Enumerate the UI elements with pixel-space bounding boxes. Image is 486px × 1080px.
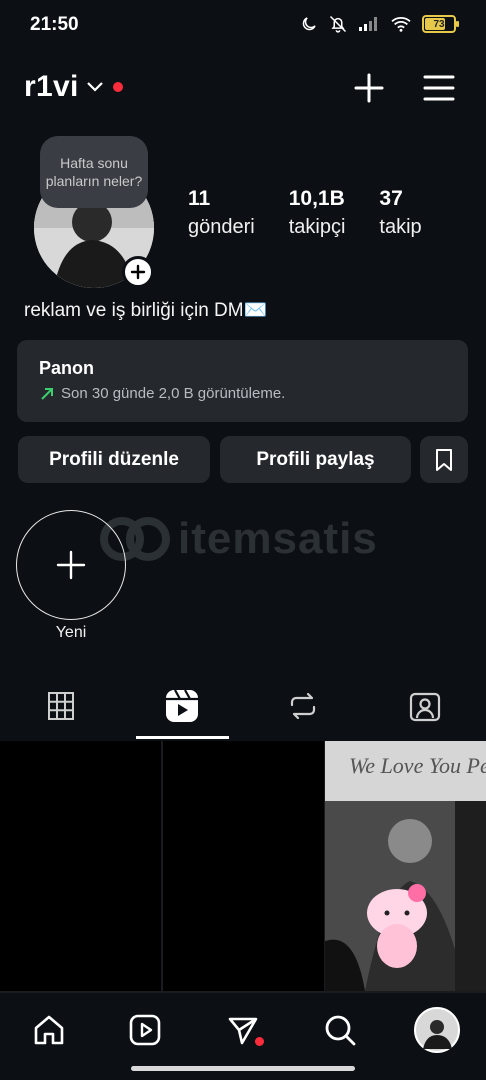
chevron-down-icon[interactable]: [86, 80, 104, 94]
nav-home[interactable]: [24, 1005, 74, 1055]
nav-direct[interactable]: [218, 1005, 268, 1055]
hamburger-icon: [423, 75, 455, 101]
add-story-button[interactable]: [122, 256, 154, 288]
new-highlight-button[interactable]: [16, 510, 126, 620]
wifi-icon: [391, 17, 411, 32]
stat-following[interactable]: 37 takip: [379, 186, 421, 242]
plus-icon: [130, 264, 146, 280]
tab-reels[interactable]: [121, 676, 242, 736]
nav-profile[interactable]: [412, 1005, 462, 1055]
profile-header: r1vi: [0, 60, 486, 120]
active-tab-indicator: [136, 736, 229, 739]
grid-item[interactable]: We Love You Pet: [325, 741, 486, 991]
new-highlight-label: Yeni: [55, 624, 87, 641]
reels-icon: [165, 689, 198, 722]
profile-stats: 11 gönderi 10,1B takipçi 37 takip: [188, 186, 456, 242]
repost-icon: [290, 692, 315, 720]
home-icon: [34, 1015, 64, 1045]
plus-icon: [56, 550, 86, 580]
dashboard-title: Panon: [39, 358, 95, 378]
username-switcher[interactable]: r1vi: [24, 70, 79, 104]
reel-thumbnail: We Love You Pet: [325, 741, 486, 991]
tab-posts-grid[interactable]: [0, 676, 121, 736]
stat-posts[interactable]: 11 gönderi: [188, 186, 255, 242]
bookmark-icon: [436, 448, 452, 471]
mute-bell-icon: [329, 15, 347, 33]
professional-dashboard[interactable]: Panon Son 30 günde 2,0 B görüntüleme.: [17, 340, 468, 422]
status-time: 21:50: [30, 14, 79, 35]
search-icon: [325, 1015, 356, 1046]
dashboard-insight: Son 30 günde 2,0 B görüntüleme.: [39, 385, 446, 402]
reels-grid: We Love You Pet: [0, 741, 486, 993]
stat-followers[interactable]: 10,1B takipçi: [289, 186, 346, 242]
notification-dot: [113, 82, 123, 92]
watermark: itemsatis: [100, 514, 378, 564]
reels-icon: [129, 1014, 161, 1046]
status-bar: 21:50 73: [0, 0, 486, 52]
profile-tabs: [0, 676, 486, 740]
edit-profile-button[interactable]: Profili düzenle: [18, 436, 210, 483]
note-bubble[interactable]: Hafta sonu planların neler?: [40, 136, 148, 208]
plus-icon: [354, 73, 384, 103]
tagged-person-icon: [409, 692, 440, 722]
tab-reposts[interactable]: [242, 676, 363, 736]
moon-icon: [302, 17, 316, 31]
followers-label: takipçi: [288, 216, 346, 238]
following-count: 37: [379, 187, 403, 210]
following-label: takip: [379, 216, 422, 238]
nav-reels[interactable]: [120, 1005, 170, 1055]
tab-tagged[interactable]: [364, 676, 485, 736]
share-profile-button[interactable]: Profili paylaş: [220, 436, 411, 483]
watermark-text: itemsatis: [178, 514, 378, 563]
status-icons: 73: [300, 14, 459, 34]
followers-count: 10,1B: [288, 187, 345, 210]
battery-level: 73: [433, 18, 445, 30]
menu-button[interactable]: [421, 70, 457, 106]
profile-bio: reklam ve iş birliği için DM✉️: [24, 300, 268, 321]
thumbnail-banner-text: We Love You Pet: [349, 753, 486, 778]
posts-label: gönderi: [188, 216, 255, 238]
nav-search[interactable]: [315, 1005, 365, 1055]
create-button[interactable]: [351, 70, 387, 106]
grid-icon: [47, 692, 74, 720]
unread-dot: [255, 1037, 264, 1046]
gesture-bar[interactable]: [131, 1066, 355, 1071]
battery-icon: 73: [422, 15, 459, 33]
grid-item[interactable]: [0, 741, 161, 991]
trend-up-arrow-icon: [41, 387, 53, 400]
signal-icon: [359, 17, 377, 31]
dashboard-subtitle: Son 30 günde 2,0 B görüntüleme.: [61, 385, 286, 402]
profile-avatar-icon: [414, 1007, 460, 1053]
posts-count: 11: [188, 187, 211, 210]
grid-item[interactable]: [163, 741, 324, 991]
saved-button[interactable]: [420, 436, 468, 483]
